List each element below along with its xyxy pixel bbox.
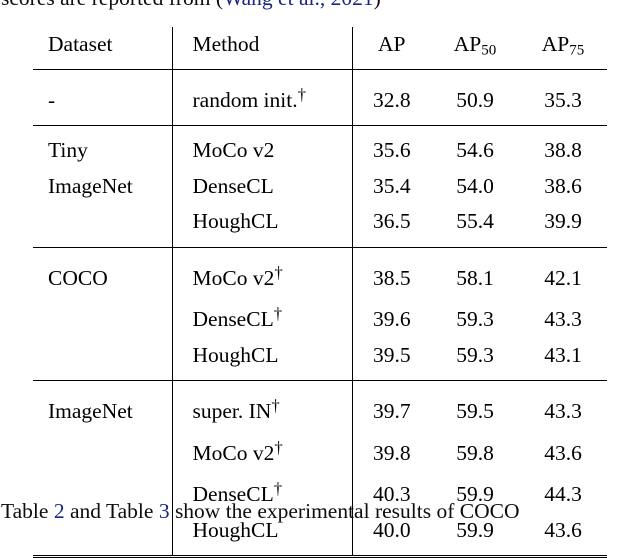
header-method: Method bbox=[171, 27, 352, 69]
row-spacer bbox=[33, 69, 607, 77]
cell-ap75: 43.3 bbox=[544, 307, 582, 332]
cell-ap50: 54.0 bbox=[456, 173, 494, 198]
cell-method: MoCo v2 bbox=[171, 133, 352, 169]
row-spacer bbox=[33, 548, 607, 556]
cell-ap75: 38.8 bbox=[544, 138, 582, 163]
cell-dataset bbox=[33, 204, 172, 240]
row-spacer bbox=[33, 373, 607, 381]
table-row: - random init.† 32.8 50.9 35.3 bbox=[33, 76, 607, 119]
cell-ap75: 42.1 bbox=[544, 265, 582, 290]
cell-dataset: ImageNet bbox=[48, 399, 133, 424]
header-ap: AP bbox=[351, 27, 431, 69]
cell-ap: 38.5 bbox=[351, 254, 431, 297]
table-row: MoCo v2† 39.8 59.8 43.6 bbox=[33, 429, 607, 472]
bottom-text-1: Table bbox=[1, 499, 54, 523]
cell-ap75: 35.3 bbox=[544, 87, 582, 112]
cell-ap75: 43.3 bbox=[544, 399, 582, 424]
cell-ap50: 58.1 bbox=[456, 265, 494, 290]
body-text-line-bottom: Table 2 and Table 3 show the experimenta… bbox=[1, 499, 640, 523]
cell-method: HoughCL bbox=[171, 337, 352, 374]
cell-method: DenseCL bbox=[171, 168, 352, 205]
cell-ap75: 39.9 bbox=[544, 209, 582, 234]
table-row: HoughCL 36.5 55.4 39.9 bbox=[33, 204, 607, 240]
row-spacer bbox=[33, 380, 607, 389]
cell-ap: 39.7 bbox=[351, 388, 431, 430]
top-text-before: scores are reported from ( bbox=[1, 0, 223, 10]
ap-results-table: Dataset Method AP AP50 AP75 - random init.† 32.… bbox=[33, 27, 607, 558]
cell-method: super. IN† bbox=[171, 388, 352, 430]
cell-method: MoCo v2† bbox=[171, 429, 352, 472]
header-ap75: AP75 bbox=[541, 32, 585, 59]
table-ref-link-2[interactable]: 2 bbox=[54, 499, 65, 523]
cell-ap: 32.8 bbox=[351, 76, 431, 119]
header-dataset: Dataset bbox=[48, 32, 113, 56]
bottom-text-2: and Table bbox=[64, 499, 159, 523]
table-row: HoughCL 39.5 59.3 43.1 bbox=[33, 337, 607, 374]
cell-ap: 39.6 bbox=[351, 296, 431, 338]
cell-ap50: 59.3 bbox=[456, 307, 494, 332]
table-row: ImageNet super. IN† 39.7 59.5 43.3 bbox=[33, 388, 607, 430]
row-spacer bbox=[33, 125, 607, 134]
cell-ap: 39.8 bbox=[351, 429, 431, 472]
row-spacer bbox=[33, 118, 607, 126]
table-header-row: Dataset Method AP AP50 AP75 bbox=[33, 27, 607, 69]
cell-ap: 36.5 bbox=[351, 204, 431, 240]
cell-ap: 35.4 bbox=[351, 168, 431, 205]
rule-table-bottom bbox=[33, 554, 607, 558]
table-row: COCO MoCo v2† 38.5 58.1 42.1 bbox=[33, 254, 607, 297]
cell-ap: 35.6 bbox=[351, 133, 431, 169]
cell-ap50: 59.5 bbox=[456, 399, 494, 424]
cell-method: DenseCL† bbox=[171, 296, 352, 338]
cell-method: HoughCL bbox=[171, 204, 352, 240]
cell-ap75: 43.1 bbox=[544, 342, 582, 367]
cell-dataset: ImageNet bbox=[48, 173, 133, 198]
cell-ap50: 59.3 bbox=[456, 342, 494, 367]
top-text-after: ) bbox=[374, 0, 381, 10]
table-row: DenseCL† 39.6 59.3 43.3 bbox=[33, 296, 607, 338]
cell-ap75: 38.6 bbox=[544, 173, 582, 198]
results-table-container: Dataset Method AP AP50 AP75 - random init.† 32.… bbox=[33, 27, 607, 558]
cell-dataset: Tiny bbox=[48, 138, 88, 163]
table-row: Tiny MoCo v2 35.6 54.6 38.8 bbox=[33, 133, 607, 169]
cell-dataset: - bbox=[48, 87, 56, 112]
row-spacer bbox=[33, 239, 607, 247]
header-ap50: AP50 bbox=[453, 32, 497, 59]
bottom-text-3: show the experimental results of COCO bbox=[169, 499, 520, 523]
cell-dataset bbox=[33, 430, 172, 472]
cell-ap50: 54.6 bbox=[456, 138, 494, 163]
row-spacer bbox=[33, 247, 607, 255]
cell-dataset bbox=[33, 296, 172, 338]
cell-ap50: 59.8 bbox=[456, 440, 494, 465]
cell-method: MoCo v2† bbox=[171, 254, 352, 297]
cell-dataset: COCO bbox=[48, 265, 108, 290]
cell-ap75: 43.6 bbox=[544, 440, 582, 465]
cell-ap50: 55.4 bbox=[456, 209, 494, 234]
table-row: ImageNet DenseCL 35.4 54.0 38.6 bbox=[33, 168, 607, 205]
cell-ap50: 50.9 bbox=[456, 87, 494, 112]
cell-dataset bbox=[33, 338, 172, 374]
cell-method: random init.† bbox=[171, 76, 352, 119]
body-text-line-top: scores are reported from (Wang et al., 2… bbox=[1, 0, 640, 10]
cell-ap: 39.5 bbox=[351, 337, 431, 374]
citation-link-wang[interactable]: Wang et al., 2021 bbox=[223, 0, 374, 10]
table-ref-link-3[interactable]: 3 bbox=[159, 499, 170, 523]
